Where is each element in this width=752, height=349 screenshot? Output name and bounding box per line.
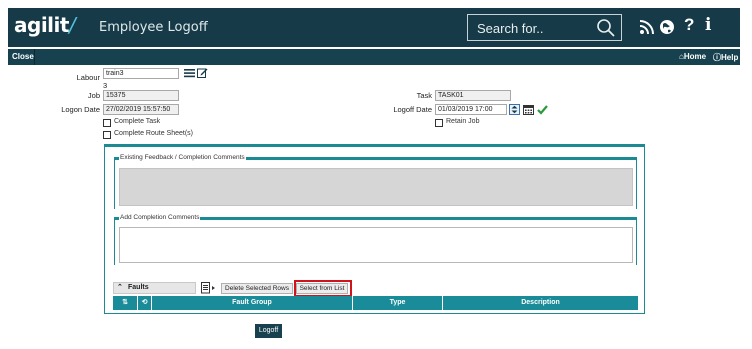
info-icon[interactable]: i xyxy=(705,15,711,35)
date-spinner-icon[interactable] xyxy=(509,104,520,115)
complete-task-checkbox[interactable] xyxy=(103,119,111,127)
calendar-icon[interactable] xyxy=(523,104,534,115)
existing-feedback-textarea xyxy=(119,168,633,206)
retain-job-checkbox[interactable] xyxy=(435,119,443,127)
page-title: Employee Logoff xyxy=(99,20,208,35)
task-field: TASK01 xyxy=(435,90,511,101)
faults-header[interactable]: ⌃ Faults xyxy=(113,282,196,294)
refresh-column-header[interactable]: ⟲ xyxy=(138,296,152,310)
logon-date-label: Logon Date xyxy=(61,105,100,114)
toolbar-divider xyxy=(34,49,35,65)
sort-icon: ⇅ xyxy=(122,299,128,306)
rss-icon[interactable] xyxy=(639,19,655,35)
existing-feedback-section: Existing Feedback / Completion Comments xyxy=(114,154,637,209)
confirm-check-icon[interactable] xyxy=(537,104,548,115)
search-box[interactable]: Search for.. xyxy=(467,14,622,41)
highlight-box xyxy=(294,280,352,297)
type-header[interactable]: Type xyxy=(353,296,443,310)
labour-input[interactable]: train3 xyxy=(103,68,179,79)
help-button[interactable]: ⓘHelp xyxy=(713,52,738,63)
export-icon[interactable] xyxy=(201,282,217,294)
labour-sub-value: 3 xyxy=(103,81,108,90)
agilit-logo[interactable]: agilit/ xyxy=(14,13,76,37)
job-label: Job xyxy=(87,91,100,100)
app-header: agilit/ Employee Logoff Search for.. ? i xyxy=(8,8,740,47)
job-field: 15375 xyxy=(103,90,179,101)
close-button[interactable]: Close xyxy=(12,52,34,61)
logon-date-field: 27/02/2019 15:57:50 xyxy=(103,104,179,115)
list-icon[interactable] xyxy=(184,68,195,78)
faults-title: Faults xyxy=(128,284,149,291)
complete-task-label: Complete Task xyxy=(114,118,161,125)
description-header[interactable]: Description xyxy=(443,296,638,310)
edit-icon[interactable] xyxy=(197,67,208,78)
labour-label: Labour xyxy=(76,73,100,82)
collapse-icon[interactable]: ⌃ xyxy=(117,283,123,291)
logoff-date-label: Logoff Date xyxy=(393,105,432,114)
question-icon[interactable]: ? xyxy=(684,15,694,35)
search-icon[interactable] xyxy=(596,18,616,38)
complete-route-checkbox[interactable] xyxy=(103,131,111,139)
complete-route-label: Complete Route Sheet(s) xyxy=(114,130,193,137)
globe-icon[interactable] xyxy=(659,19,675,35)
add-comments-title: Add Completion Comments xyxy=(119,214,201,221)
home-button[interactable]: ⌂Home xyxy=(679,52,706,61)
add-comments-textarea[interactable] xyxy=(119,227,633,263)
sort-column-header[interactable]: ⇅ xyxy=(113,296,138,310)
fault-group-header[interactable]: Fault Group xyxy=(152,296,353,310)
retain-job-label: Retain Job xyxy=(446,118,480,125)
delete-selected-rows-button[interactable]: Delete Selected Rows xyxy=(221,283,293,294)
toolbar: Close ⌂Home ⓘHelp xyxy=(8,49,740,65)
existing-feedback-title: Existing Feedback / Completion Comments xyxy=(119,154,246,161)
search-input[interactable]: Search for.. xyxy=(477,21,543,36)
add-comments-section: Add Completion Comments xyxy=(114,214,637,265)
logoff-date-input[interactable]: 01/03/2019 17:00 xyxy=(435,104,507,115)
refresh-icon: ⟲ xyxy=(141,299,148,306)
task-label: Task xyxy=(416,91,432,100)
logoff-button[interactable]: Logoff xyxy=(255,324,282,338)
help-icon: ⓘ xyxy=(713,53,721,62)
